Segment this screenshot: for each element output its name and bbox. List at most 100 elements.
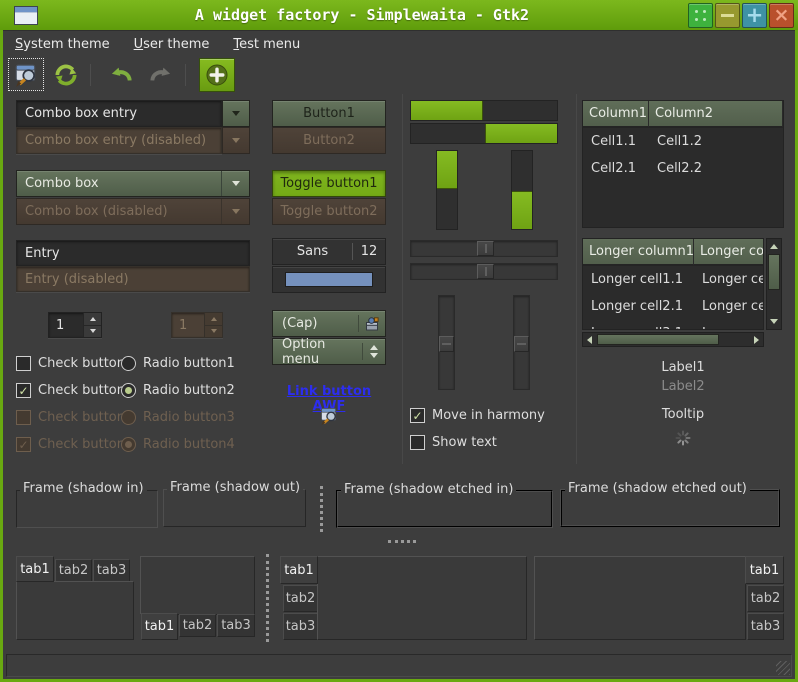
column-header[interactable]: Longer column1: [583, 239, 694, 266]
progress-bar-rtl: [410, 123, 558, 144]
checkbox-icon[interactable]: [410, 435, 425, 450]
v-scale-1[interactable]: [438, 295, 455, 390]
notebook-page: [140, 556, 255, 615]
theme-tool-button[interactable]: [9, 59, 43, 90]
spin-up-icon[interactable]: [84, 313, 101, 325]
tab-1[interactable]: tab1: [745, 556, 784, 584]
tab-2[interactable]: tab2: [179, 614, 216, 637]
radio-button-2[interactable]: Radio button2: [121, 383, 235, 398]
slider-handle[interactable]: [477, 264, 494, 279]
entry[interactable]: Entry: [16, 240, 250, 266]
spin-button[interactable]: 1: [48, 312, 102, 338]
scroll-up-icon[interactable]: [770, 244, 778, 249]
spinner: [582, 430, 784, 450]
progress-bar-vertical-top: [436, 150, 458, 230]
column-header[interactable]: Column2: [649, 101, 783, 128]
theme-preview-icon: [319, 406, 339, 426]
spin-down-icon[interactable]: [84, 325, 101, 338]
tab-2[interactable]: tab2: [55, 559, 92, 582]
checkbox-icon[interactable]: [16, 383, 31, 398]
tab-1[interactable]: tab1: [280, 556, 318, 584]
tab-1[interactable]: tab1: [16, 556, 54, 582]
close-icon: ×: [774, 6, 790, 25]
frame-shadow-etched-in: Frame (shadow etched in): [336, 490, 553, 528]
scrollbar-thumb[interactable]: [597, 334, 719, 345]
table-row[interactable]: Cell2.1 Cell2.2: [583, 155, 783, 182]
paned-handle[interactable]: [388, 540, 416, 543]
scroll-left-icon[interactable]: [587, 336, 592, 344]
paned-handle[interactable]: [266, 554, 269, 642]
tab-1[interactable]: tab1: [141, 613, 178, 640]
resize-grip-icon[interactable]: [776, 661, 790, 675]
radio-icon[interactable]: [121, 383, 136, 398]
vertical-scrollbar[interactable]: [766, 238, 782, 330]
notebooks-row: tab1 tab2 tab3 tab1 tab2 tab3 tab1 tab2 …: [0, 546, 798, 652]
toolbar: [3, 57, 795, 92]
scroll-right-icon[interactable]: [754, 336, 759, 344]
column-header[interactable]: Column1: [583, 101, 649, 128]
tab-2[interactable]: tab2: [747, 585, 784, 612]
minimize-button[interactable]: [715, 3, 740, 28]
window-sticky-button[interactable]: [688, 3, 713, 28]
slider-handle[interactable]: [439, 336, 454, 352]
add-tool-button[interactable]: [199, 58, 235, 92]
radio-icon[interactable]: [121, 356, 136, 371]
check-button-2[interactable]: Check button2: [16, 383, 133, 398]
menu-user-theme[interactable]: User theme: [122, 31, 222, 57]
combo-box[interactable]: Combo box: [16, 170, 250, 197]
tab-2[interactable]: tab2: [283, 585, 318, 612]
menu-test-menu[interactable]: Test menu: [221, 31, 312, 57]
table-row[interactable]: Cell1.1 Cell1.2: [583, 128, 783, 155]
scrollbar-thumb[interactable]: [768, 254, 780, 290]
slider-handle[interactable]: [477, 241, 494, 256]
paned-handle[interactable]: [320, 486, 323, 532]
option-menu[interactable]: Option menu: [272, 338, 386, 365]
table-row[interactable]: Longer cell1.1 Longer ce: [583, 266, 763, 293]
column-header[interactable]: Longer col: [694, 239, 763, 266]
move-in-harmony-check[interactable]: Move in harmony: [410, 408, 545, 423]
checkbox-icon[interactable]: [410, 408, 425, 423]
paned-separator[interactable]: [402, 94, 403, 464]
button1[interactable]: Button1: [272, 100, 386, 127]
show-text-check[interactable]: Show text: [410, 435, 497, 450]
entry-disabled: Entry (disabled): [16, 266, 250, 292]
undo-tool-button[interactable]: [104, 59, 138, 90]
v-scale-2[interactable]: [513, 295, 530, 390]
table-row[interactable]: Longer cell3.1 Longer ce: [583, 320, 763, 330]
checkbox-icon[interactable]: [16, 356, 31, 371]
tab-3[interactable]: tab3: [283, 613, 318, 640]
treeview-1[interactable]: Column1 Column2 Cell1.1 Cell1.2 Cell2.1 …: [582, 100, 784, 228]
chevron-down-icon: [232, 138, 240, 143]
check-button-1[interactable]: Check button1: [16, 356, 133, 371]
toolbar-separator: [185, 64, 186, 86]
font-button[interactable]: Sans 12: [272, 238, 386, 265]
toggle-button1[interactable]: Toggle button1: [272, 170, 386, 197]
tab-3[interactable]: tab3: [747, 613, 784, 640]
close-button[interactable]: ×: [769, 3, 794, 28]
notebook-left-tabs: tab1 tab2 tab3: [280, 556, 527, 640]
horizontal-scrollbar[interactable]: [582, 332, 764, 347]
minimize-icon: [721, 14, 734, 17]
maximize-icon: +: [746, 5, 764, 26]
combo-box-disabled: Combo box (disabled): [16, 198, 250, 225]
combo-box-entry-arrow[interactable]: [222, 100, 250, 127]
tab-3[interactable]: tab3: [93, 559, 130, 582]
h-scale-1[interactable]: [410, 240, 558, 257]
menu-system-theme[interactable]: System theme: [3, 31, 122, 57]
color-button[interactable]: [272, 266, 386, 293]
radio-button-1[interactable]: Radio button1: [121, 356, 235, 371]
window-menu-icon[interactable]: [14, 6, 38, 25]
refresh-tool-button[interactable]: [49, 59, 83, 90]
redo-tool-button[interactable]: [144, 59, 178, 90]
slider-handle[interactable]: [514, 336, 529, 352]
treeview-2[interactable]: Longer column1 Longer col Longer cell1.1…: [582, 238, 764, 330]
cap-button[interactable]: (Cap): [272, 310, 386, 337]
table-row[interactable]: Longer cell2.1 Longer ce: [583, 293, 763, 320]
paned-separator[interactable]: [576, 94, 577, 464]
combo-box-entry[interactable]: Combo box entry: [16, 100, 222, 127]
maximize-button[interactable]: +: [742, 3, 767, 28]
h-scale-2[interactable]: [410, 263, 558, 280]
tab-3[interactable]: tab3: [217, 614, 255, 637]
scroll-down-icon[interactable]: [770, 319, 778, 324]
radio-icon: [121, 410, 136, 425]
